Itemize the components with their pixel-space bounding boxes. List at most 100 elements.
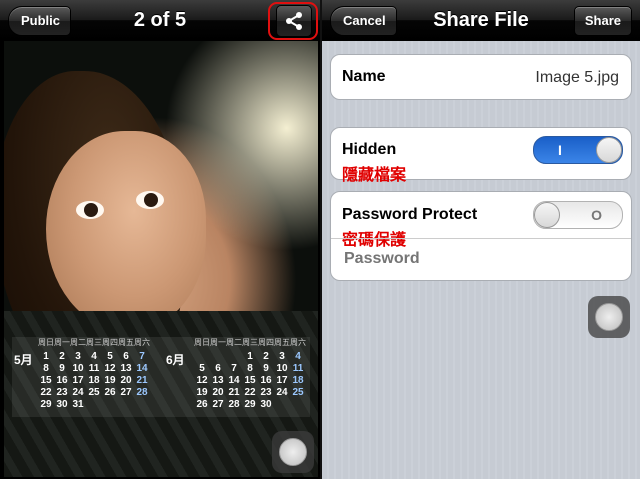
calendar-day: 23 <box>56 387 68 398</box>
share-icon <box>286 12 302 30</box>
calendar-day: 28 <box>228 399 240 410</box>
calendar-day: 17 <box>276 375 288 386</box>
cancel-button[interactable]: Cancel <box>330 6 397 36</box>
calendar-day: 10 <box>276 363 288 374</box>
calendar-day: 7 <box>139 351 145 362</box>
calendar-day: 8 <box>247 363 253 374</box>
calendar-row: 29 30 31 <box>38 399 150 410</box>
calendar-month-label: 6月 <box>166 353 185 367</box>
calendar-day: 10 <box>72 363 84 374</box>
calendar-day: 30 <box>56 399 68 410</box>
calendar-day: 3 <box>75 351 81 362</box>
calendar-day: 13 <box>212 375 224 386</box>
calendar-day: 22 <box>244 387 256 398</box>
photo[interactable]: 5月 周日 周一 周二 周三 周四 周五 周六 1234567 8 9 10 11 12… <box>4 41 318 477</box>
calendar-day: 3 <box>279 351 285 362</box>
toggle-knob <box>534 202 560 228</box>
calendar-day <box>194 351 210 362</box>
toggle-on-glyph: I <box>558 142 562 158</box>
assistive-touch-button[interactable] <box>272 431 314 473</box>
calendar-day: 5 <box>199 363 205 374</box>
calendar-day: 4 <box>295 351 301 362</box>
name-cell[interactable]: Name Image 5.jpg <box>330 54 632 100</box>
calendar-day: 15 <box>244 375 256 386</box>
calendar-day: 21 <box>136 375 148 386</box>
share-confirm-button[interactable]: Share <box>573 6 632 36</box>
name-label: Name <box>342 68 386 85</box>
calendar-day: 29 <box>244 399 256 410</box>
calendar-day: 24 <box>72 387 84 398</box>
calendar-row: 5 6 7 8 9 10 11 <box>194 363 306 374</box>
photo-eye-right <box>136 191 164 209</box>
calendar-day: 18 <box>292 375 304 386</box>
calendar-day: 1 <box>247 351 253 362</box>
calendar-row: 12 13 14 15 16 17 18 <box>194 375 306 386</box>
photo-face <box>46 131 206 331</box>
calendar-day: 9 <box>59 363 65 374</box>
hidden-toggle[interactable]: I <box>533 136 623 164</box>
calendar-day: 4 <box>91 351 97 362</box>
calendar-month-label: 5月 <box>14 353 33 367</box>
calendar-day <box>134 399 150 410</box>
calendar-day: 27 <box>120 387 132 398</box>
share-file-screen: Share File Cancel Share Name Image 5.jpg… <box>322 0 640 479</box>
calendar-day: 15 <box>40 375 52 386</box>
calendar-day: 28 <box>136 387 148 398</box>
hidden-annotation: 隱藏檔案 <box>342 167 407 184</box>
share-button[interactable] <box>276 5 312 37</box>
calendar-row: 15 16 17 18 19 20 21 <box>38 375 150 386</box>
calendar-day: 29 <box>40 399 52 410</box>
share-navbar: Share File Cancel Share <box>322 0 640 41</box>
calendar-day: 26 <box>104 387 116 398</box>
calendar-day: 7 <box>231 363 237 374</box>
calendar-day: 31 <box>72 399 84 410</box>
calendar-day: 12 <box>196 375 208 386</box>
password-field[interactable] <box>342 249 606 269</box>
calendar-day: 25 <box>292 387 304 398</box>
calendar-day <box>274 399 290 410</box>
back-button[interactable]: Public <box>8 6 72 36</box>
calendar-day: 2 <box>59 351 65 362</box>
calendar-day: 6 <box>215 363 221 374</box>
calendar-day: 24 <box>276 387 288 398</box>
name-value: Image 5.jpg <box>535 69 619 86</box>
calendar-day: 13 <box>120 363 132 374</box>
assistive-touch-button[interactable] <box>588 296 630 338</box>
toggle-off-glyph: O <box>591 207 602 223</box>
calendar-day: 8 <box>43 363 49 374</box>
calendar-day <box>226 351 242 362</box>
photo-navbar: 2 of 5 Public <box>0 0 320 41</box>
calendar-day: 27 <box>212 399 224 410</box>
calendar-day: 18 <box>88 375 100 386</box>
calendar-day <box>118 399 134 410</box>
calendar-day: 16 <box>56 375 68 386</box>
calendar-day: 16 <box>260 375 272 386</box>
calendar-day: 25 <box>88 387 100 398</box>
calendar-day: 11 <box>88 363 100 374</box>
calendar-row: 26 27 28 29 30 <box>194 399 306 410</box>
calendar-day: 23 <box>260 387 272 398</box>
calendar-day: 14 <box>136 363 148 374</box>
calendar-row: 22 23 24 25 26 27 28 <box>38 387 150 398</box>
photo-eye-left <box>76 201 104 219</box>
calendar-day: 17 <box>72 375 84 386</box>
calendar-overlay: 5月 周日 周一 周二 周三 周四 周五 周六 1234567 8 9 10 11 12… <box>12 337 310 417</box>
calendar-day: 1 <box>43 351 49 362</box>
calendar-day: 6 <box>123 351 129 362</box>
calendar-day: 5 <box>107 351 113 362</box>
calendar-row: 19 20 21 22 23 24 25 <box>194 387 306 398</box>
toggle-knob <box>596 137 622 163</box>
calendar-day: 22 <box>40 387 52 398</box>
calendar-day <box>102 399 118 410</box>
calendar-day: 19 <box>196 387 208 398</box>
password-protect-toggle[interactable]: O <box>533 201 623 229</box>
calendar-day: 14 <box>228 375 240 386</box>
calendar-row: 1234 <box>194 351 306 362</box>
calendar-day: 12 <box>104 363 116 374</box>
calendar-day <box>290 399 306 410</box>
calendar-day: 30 <box>260 399 272 410</box>
calendar-day: 11 <box>292 363 304 374</box>
calendar-day <box>86 399 102 410</box>
calendar-day: 9 <box>263 363 269 374</box>
password-protect-label: Password Protect <box>342 206 478 223</box>
